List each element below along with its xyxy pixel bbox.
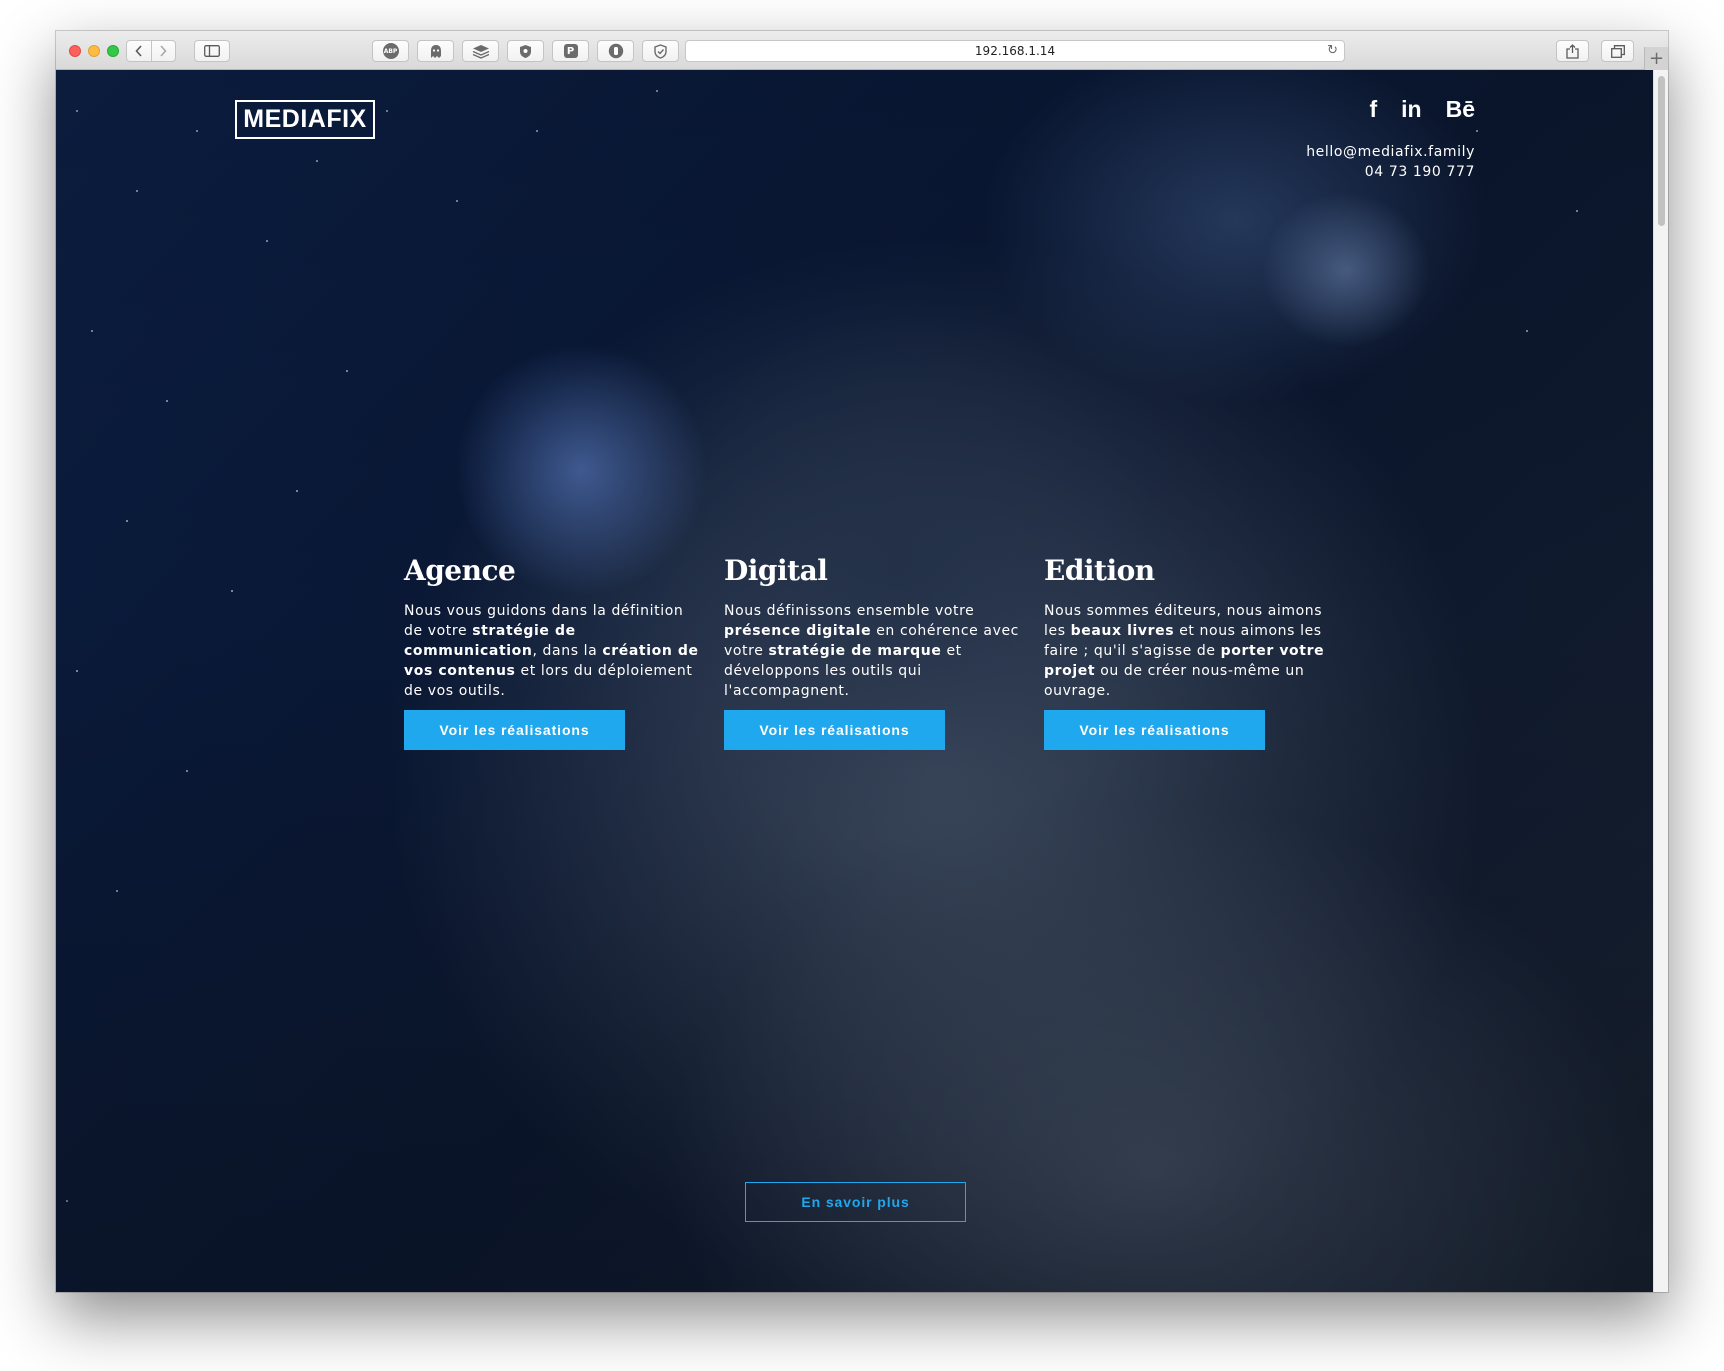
adblock-extension-button[interactable]: ABP: [372, 40, 409, 62]
section-text: Nous définissons ensemble votre présence…: [724, 601, 1024, 701]
voir-realisations-button[interactable]: Voir les réalisations: [404, 710, 625, 750]
tabs-icon: [1610, 44, 1625, 58]
url-text: 192.168.1.14: [974, 44, 1056, 58]
digital-section: Digital Nous définissons ensemble votre …: [724, 554, 1024, 750]
address-bar[interactable]: 192.168.1.14 ↻: [685, 40, 1345, 62]
mediafix-logo[interactable]: MEDIAFIX: [235, 100, 375, 139]
forward-button[interactable]: [150, 41, 175, 61]
facebook-icon[interactable]: f: [1369, 96, 1377, 123]
abp-icon: ABP: [382, 43, 399, 59]
scrollbar-thumb[interactable]: [1658, 76, 1665, 226]
contact-info: hello@mediafix.family 04 73 190 777: [1306, 142, 1475, 182]
social-links: f in Bē: [1369, 96, 1475, 123]
sidebar-icon: [204, 45, 220, 57]
voir-realisations-button[interactable]: Voir les réalisations: [724, 710, 945, 750]
hero-section: MEDIAFIX f in Bē hello@mediafix.family 0…: [56, 70, 1653, 1292]
page-scrollbar[interactable]: [1653, 70, 1668, 1292]
reload-icon[interactable]: ↻: [1327, 43, 1338, 58]
highlight-text: présence digitale: [724, 623, 872, 639]
contact-phone[interactable]: 04 73 190 777: [1306, 162, 1475, 182]
body-text: Nous définissons ensemble votre: [724, 603, 975, 619]
p-extension-button[interactable]: P: [552, 40, 589, 62]
new-tab-button[interactable]: +: [1644, 47, 1668, 70]
ghost-icon: [430, 44, 441, 58]
password-extension-button[interactable]: [597, 40, 634, 62]
agence-section: Agence Nous vous guidons dans la définit…: [404, 554, 704, 750]
section-text: Nous vous guidons dans la définition de …: [404, 601, 704, 701]
edition-section: Edition Nous sommes éditeurs, nous aimon…: [1044, 554, 1344, 750]
minimize-window-button[interactable]: [88, 45, 100, 57]
check-shield-icon: [654, 43, 667, 59]
section-title: Edition: [1044, 554, 1155, 587]
sidebar-toggle-button[interactable]: [194, 40, 230, 62]
section-title: Agence: [404, 554, 516, 587]
highlight-text: stratégie de marque: [768, 643, 942, 659]
browser-window: ABP P 192.168.1.14 ↻ + MEDIAFIX f in Bē …: [56, 31, 1668, 1292]
shield-extension-button[interactable]: [507, 40, 544, 62]
buffer-extension-button[interactable]: [462, 40, 499, 62]
history-nav: [126, 40, 176, 62]
contact-email[interactable]: hello@mediafix.family: [1306, 142, 1475, 162]
body-text: , dans la: [532, 643, 603, 659]
section-title: Digital: [724, 554, 828, 587]
key-circle-icon: [608, 43, 623, 59]
behance-icon[interactable]: Bē: [1446, 96, 1475, 123]
page-content: MEDIAFIX f in Bē hello@mediafix.family 0…: [56, 70, 1653, 1292]
shield-icon: [520, 44, 531, 58]
layers-icon: [472, 44, 489, 59]
linkedin-icon[interactable]: in: [1401, 96, 1421, 123]
highlight-text: beaux livres: [1070, 623, 1175, 639]
en-savoir-plus-button[interactable]: En savoir plus: [745, 1182, 966, 1222]
privacy-extension-button[interactable]: [642, 40, 679, 62]
share-button[interactable]: [1556, 40, 1589, 62]
share-icon: [1566, 43, 1579, 59]
tabs-overview-button[interactable]: [1601, 40, 1634, 62]
back-button[interactable]: [127, 41, 151, 61]
zoom-window-button[interactable]: [107, 45, 119, 57]
close-window-button[interactable]: [69, 45, 81, 57]
section-text: Nous sommes éditeurs, nous aimons les be…: [1044, 601, 1344, 701]
browser-toolbar: ABP P 192.168.1.14 ↻ +: [56, 31, 1668, 70]
voir-realisations-button[interactable]: Voir les réalisations: [1044, 710, 1265, 750]
p-icon: P: [563, 44, 578, 58]
ghostery-extension-button[interactable]: [417, 40, 454, 62]
